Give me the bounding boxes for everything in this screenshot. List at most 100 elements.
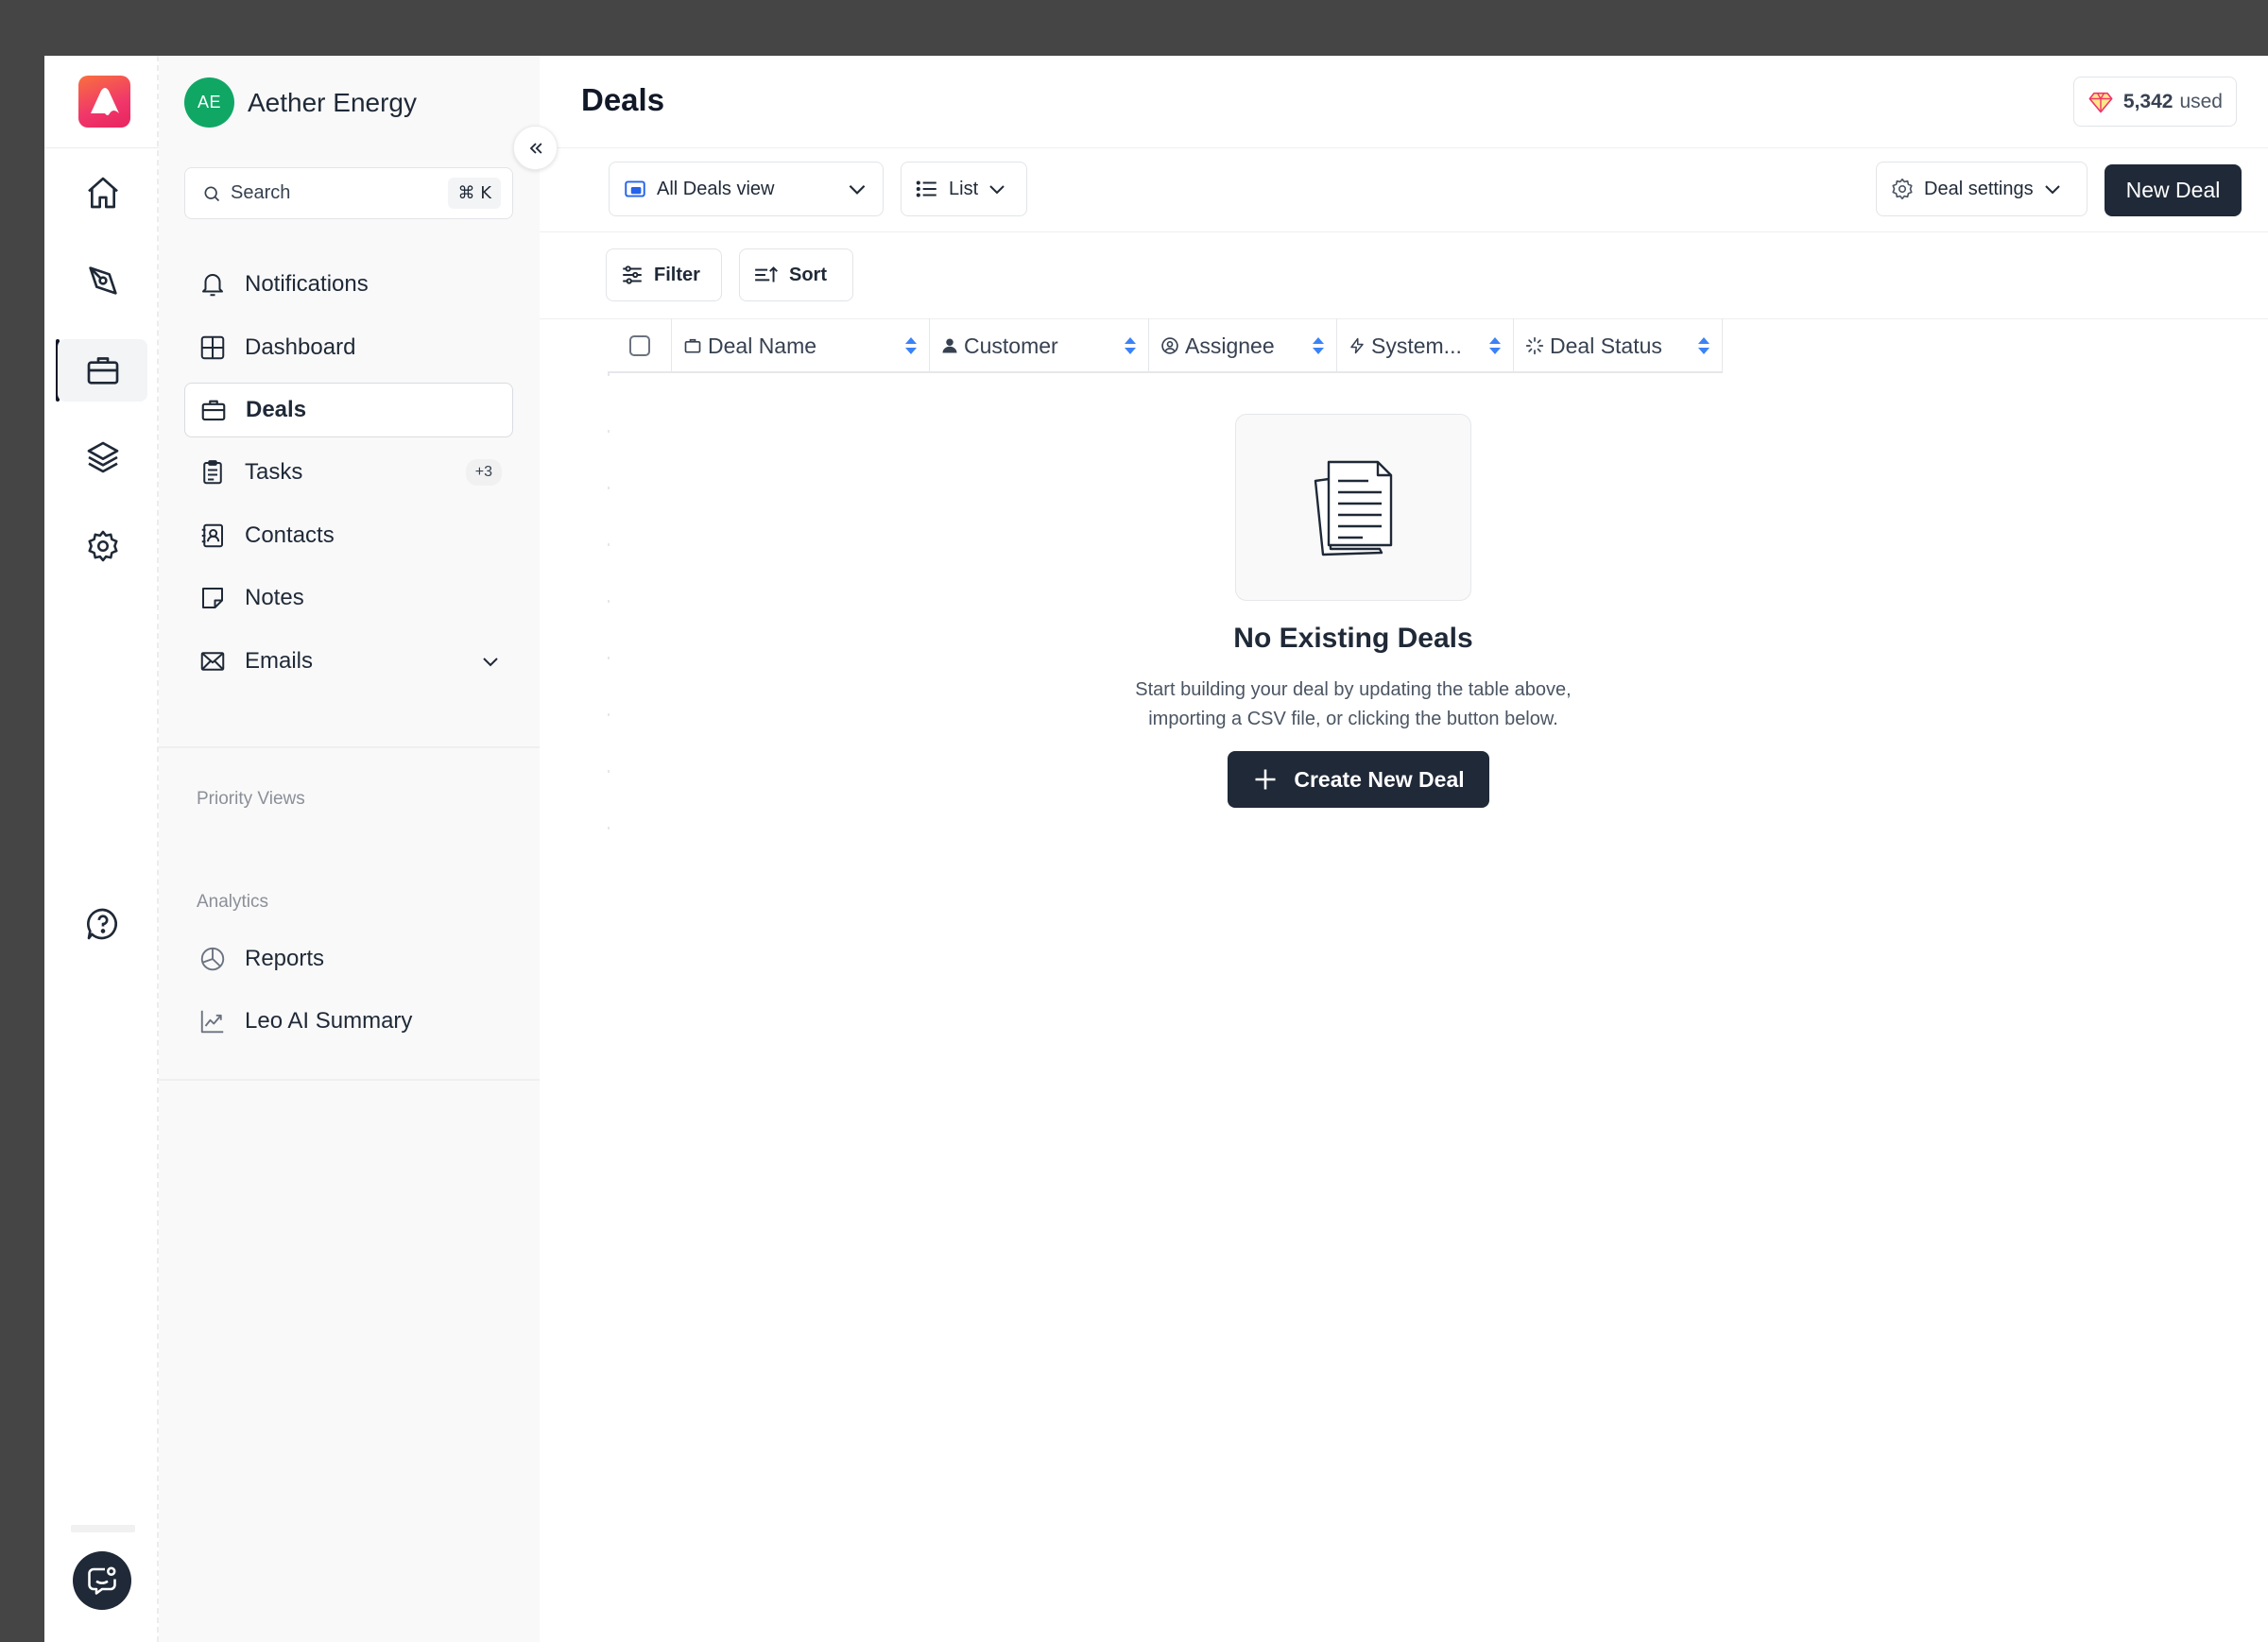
rail-help[interactable] xyxy=(58,893,147,955)
documents-icon xyxy=(1314,460,1393,556)
page-title: Deals xyxy=(581,82,665,117)
user-icon xyxy=(942,338,957,353)
search-input[interactable]: Search ⌘ K xyxy=(184,167,513,219)
sidebar-item-notes[interactable]: Notes xyxy=(184,571,513,625)
header-divider xyxy=(540,147,2268,148)
workspace-avatar: AE xyxy=(184,77,234,128)
filter-label: Filter xyxy=(654,264,700,285)
column-label: System... xyxy=(1371,333,1462,358)
sort-ascending-icon xyxy=(755,266,778,282)
sidebar-item-contacts[interactable]: Contacts xyxy=(184,508,513,563)
rail-bottom-divider xyxy=(71,1525,135,1532)
column-label: Assignee xyxy=(1185,333,1275,358)
search-shortcut: ⌘ K xyxy=(448,178,501,209)
column-label: Customer xyxy=(964,333,1058,358)
empty-state-line: importing a CSV file, or clicking the bu… xyxy=(1148,709,1558,729)
column-header-deal-status[interactable]: Deal Status xyxy=(1514,318,1723,373)
column-header-system[interactable]: System... xyxy=(1337,318,1514,373)
sidebar-item-label: Dashboard xyxy=(245,334,356,360)
briefcase-icon xyxy=(684,338,701,353)
chevron-down-icon xyxy=(849,184,866,195)
sort-arrows-icon[interactable] xyxy=(1488,336,1502,355)
app-logo[interactable] xyxy=(78,76,130,128)
sort-arrows-icon[interactable] xyxy=(1312,336,1325,355)
column-header-assignee[interactable]: Assignee xyxy=(1149,318,1337,373)
sort-arrows-icon[interactable] xyxy=(904,336,918,355)
chat-bubble-icon xyxy=(88,1566,116,1595)
sidebar-item-dashboard[interactable]: Dashboard xyxy=(184,320,513,375)
briefcase-icon xyxy=(201,400,226,421)
new-deal-button[interactable]: New Deal xyxy=(2105,164,2242,216)
filter-button[interactable]: Filter xyxy=(606,248,722,301)
sidebar-item-label: Contacts xyxy=(245,522,335,548)
section-title-analytics: Analytics xyxy=(197,892,269,912)
pen-tool-icon xyxy=(88,266,117,295)
layers-icon xyxy=(87,441,118,473)
select-all-checkbox[interactable] xyxy=(628,335,650,356)
bell-icon xyxy=(202,274,223,297)
chevron-down-icon xyxy=(989,185,1005,195)
rail-home[interactable] xyxy=(58,162,147,224)
column-label: Deal Name xyxy=(708,333,817,358)
sidebar-item-reports[interactable]: Reports xyxy=(184,932,513,986)
sidebar-item-tasks[interactable]: Tasks +3 xyxy=(184,445,513,500)
create-new-deal-button[interactable]: Create New Deal xyxy=(1228,751,1489,808)
empty-state-description: Start building your deal by updating the… xyxy=(1046,676,1660,734)
rail-divider xyxy=(44,147,159,148)
create-new-deal-label: Create New Deal xyxy=(1294,766,1465,792)
chevron-down-icon xyxy=(2044,185,2060,195)
sliders-icon xyxy=(623,265,642,284)
lightning-icon xyxy=(1350,337,1364,354)
sidebar-item-label: Leo AI Summary xyxy=(245,1008,413,1034)
column-header-deal-name[interactable]: Deal Name xyxy=(672,318,930,373)
sidebar-item-leo-ai-summary[interactable]: Leo AI Summary xyxy=(184,994,513,1049)
sort-arrows-icon[interactable] xyxy=(1697,336,1710,355)
pie-chart-icon xyxy=(200,947,225,971)
rail-pen[interactable] xyxy=(58,249,147,312)
sidebar-item-emails[interactable]: Emails xyxy=(184,634,513,689)
table-header: Deal Name Customer Assignee System... De xyxy=(608,318,1723,373)
layout-selector[interactable]: List xyxy=(901,162,1027,216)
workspace-switcher[interactable]: AE Aether Energy xyxy=(184,77,417,128)
clipboard-icon xyxy=(203,460,222,485)
column-header-customer[interactable]: Customer xyxy=(930,318,1149,373)
empty-state-illustration xyxy=(1235,414,1471,601)
empty-state-title: No Existing Deals xyxy=(1233,623,1473,654)
sidebar-item-label: Emails xyxy=(245,648,314,674)
credits-suffix: used xyxy=(2179,90,2223,112)
home-icon xyxy=(87,177,118,209)
deal-settings-button[interactable]: Deal settings xyxy=(1876,162,2088,216)
sidebar-divider xyxy=(159,1079,540,1081)
chevron-down-icon[interactable] xyxy=(479,650,502,673)
sidebar-item-label: Tasks xyxy=(245,459,303,485)
rail-deals[interactable] xyxy=(58,339,147,402)
help-chat-icon xyxy=(86,908,117,940)
gear-icon xyxy=(87,530,118,562)
sidebar-item-label: Deals xyxy=(246,397,307,422)
sort-arrows-icon[interactable] xyxy=(1124,336,1137,355)
sidebar-item-label: Notifications xyxy=(245,271,369,297)
credits-value: 5,342 xyxy=(2122,90,2174,112)
main-content: Deals 5,342 used All Deals view List Dea… xyxy=(540,56,2268,1642)
view-selector[interactable]: All Deals view xyxy=(609,162,884,216)
tasks-count-badge: +3 xyxy=(465,459,502,486)
collapse-sidebar-button[interactable] xyxy=(513,126,558,170)
rail-settings[interactable] xyxy=(58,515,147,577)
trend-chart-icon xyxy=(200,1010,224,1034)
sidebar-item-notifications[interactable]: Notifications xyxy=(184,257,513,312)
plus-icon xyxy=(1255,769,1276,790)
briefcase-icon xyxy=(87,357,118,385)
toolbar-divider xyxy=(540,231,2268,232)
sort-button[interactable]: Sort xyxy=(739,248,853,301)
deal-settings-label: Deal settings xyxy=(1924,178,2034,199)
sidebar-item-deals[interactable]: Deals xyxy=(184,383,513,437)
table-row-guides xyxy=(608,373,610,864)
user-circle-icon xyxy=(1161,337,1178,354)
credits-usage-badge[interactable]: 5,342 used xyxy=(2072,77,2237,127)
dashboard-grid-icon xyxy=(200,335,225,360)
search-label: Search xyxy=(231,182,291,203)
layout-selector-label: List xyxy=(949,178,979,199)
support-chat-button[interactable] xyxy=(73,1551,131,1610)
rail-layers[interactable] xyxy=(58,426,147,488)
icon-rail xyxy=(44,56,159,1642)
